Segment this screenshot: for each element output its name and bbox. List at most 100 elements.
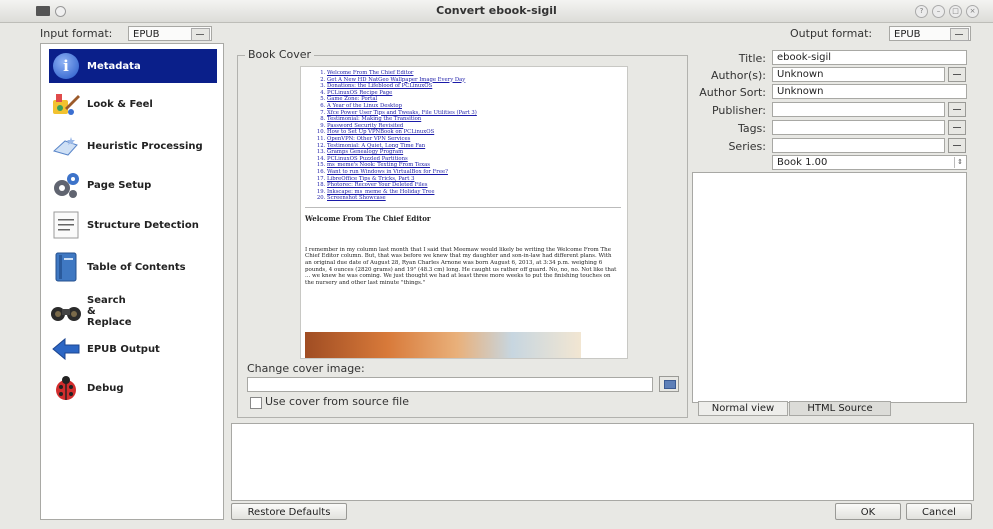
cover-toc-list: Welcome From The Chief EditorGet A New H… [301,70,627,202]
series-input[interactable] [772,138,945,153]
options-sidebar: i Metadata Look & Feel Heuristic Process… [40,43,224,520]
series-index-value: Book 1.00 [777,157,828,168]
cover-toc-item: Screenshot Showcase [327,195,627,202]
arrow-left-icon [49,334,83,364]
cover-toc-item: Get A New HD NatGeo Wallpaper Image Ever… [327,77,627,84]
help-icon[interactable]: ? [915,5,928,18]
cover-toc-item: Testimonial: A Quiet, Long Time Fan [327,143,627,150]
cover-toc-item: PCLinuxOS Puzzled Partitions [327,156,627,163]
dropdown-icon[interactable] [950,28,969,41]
tags-label: Tags: [737,122,766,135]
author-sort-label: Author Sort: [699,86,766,99]
paint-brush-icon [49,89,83,119]
sidebar-item-structure-detection[interactable]: Structure Detection [49,208,217,242]
gears-icon [49,170,83,200]
input-format-combo[interactable]: EPUB [128,26,212,41]
cover-toc-item: Want to run Windows in VirtualBox for Fr… [327,169,627,176]
cancel-button[interactable]: Cancel [906,503,972,520]
sidebar-item-table-of-contents[interactable]: Table of Contents [49,250,217,284]
tags-input[interactable] [772,120,945,135]
tab-html-source[interactable]: HTML Source [789,401,891,416]
series-label: Series: [728,140,766,153]
title-label: Title: [738,52,766,65]
sidebar-item-metadata[interactable]: i Metadata [49,49,217,83]
cover-toc-item: Gramps Genealogy Program [327,149,627,156]
use-source-cover-checkbox[interactable] [250,397,262,409]
cover-toc-item: Testimonial: Making the Transition [327,116,627,123]
cover-toc-item: PCLinuxOS Recipe Page [327,90,627,97]
cover-body-text: I remember in my column last month that … [305,246,617,286]
sidebar-item-label: Heuristic Processing [87,140,203,152]
sidebar-item-debug[interactable]: Debug [49,371,217,405]
output-format-label: Output format: [790,27,873,40]
document-lines-icon [49,210,83,240]
sidebar-item-search-replace[interactable]: Search & Replace [49,290,217,332]
cover-toc-item: A Year of the Linux Desktop [327,103,627,110]
tab-normal-view[interactable]: Normal view [698,401,788,416]
use-source-cover-label: Use cover from source file [265,395,409,408]
publisher-input[interactable] [772,102,945,117]
window-title: Convert ebook-sigil [436,4,557,17]
ok-button[interactable]: OK [835,503,901,520]
cover-photo [305,332,581,358]
close-icon[interactable]: × [966,5,979,18]
cover-toc-item: Password Security Revisited [327,123,627,130]
cover-toc-item: Inkscape: ms_meme & the Holiday Tree [327,189,627,196]
spin-arrows-icon[interactable]: ⇕ [954,157,965,168]
cover-heading: Welcome From The Chief Editor [305,213,431,223]
sidebar-item-label: Debug [87,382,124,394]
authors-label: Author(s): [710,69,766,82]
author-sort-input[interactable]: Unknown [772,84,967,99]
sidebar-item-heuristic-processing[interactable]: Heuristic Processing [49,129,217,163]
publisher-label: Publisher: [711,104,766,117]
dropdown-icon[interactable] [191,28,210,41]
input-format-value: EPUB [133,29,160,40]
change-cover-label: Change cover image: [247,362,365,375]
folder-icon [664,380,676,389]
maximize-icon[interactable]: □ [949,5,962,18]
sidebar-item-label: Metadata [87,60,141,72]
cover-toc-item: Photorec: Recover Your Deleted Files [327,182,627,189]
sidebar-item-page-setup[interactable]: Page Setup [49,168,217,202]
sidebar-item-label: Look & Feel [87,98,153,110]
title-input[interactable]: ebook-sigil [772,50,967,65]
output-format-combo[interactable]: EPUB [889,26,971,41]
sidebar-item-label: EPUB Output [87,343,160,355]
series-index-spinbox[interactable]: Book 1.00 ⇕ [772,155,967,170]
info-icon: i [49,51,83,81]
cover-toc-item: How to Set Up VPNBook on PCLinuxOS [327,129,627,136]
cover-preview: Welcome From The Chief EditorGet A New H… [300,66,628,359]
tags-edit-button[interactable] [948,120,966,135]
cover-toc-item: ms_meme's Nook: Texting From Texas [327,162,627,169]
sidebar-item-epub-output[interactable]: EPUB Output [49,332,217,366]
title-bar: Convert ebook-sigil ? – □ × [0,0,993,23]
restore-defaults-button[interactable]: Restore Defaults [231,503,347,520]
sidebar-item-label: Search & Replace [87,294,132,328]
cover-toc-item: Xfce Power User Tips and Tweaks, File Ut… [327,110,627,117]
book-icon [49,252,83,282]
series-edit-button[interactable] [948,138,966,153]
sidebar-item-label: Table of Contents [87,261,186,273]
sidebar-item-label: Structure Detection [87,219,199,231]
binoculars-icon [49,296,83,326]
authors-input[interactable]: Unknown [772,67,945,82]
minimize-icon[interactable]: – [932,5,945,18]
publisher-edit-button[interactable] [948,102,966,117]
ladybug-icon [49,373,83,403]
cover-toc-item: Donations: the Lifeblood of PCLinuxOS [327,83,627,90]
sidebar-item-label: Page Setup [87,179,152,191]
cover-path-input[interactable] [247,377,653,392]
comments-preview-panel[interactable] [692,172,967,403]
browse-button[interactable] [659,376,679,392]
book-cover-title: Book Cover [245,48,315,61]
description-area [231,423,974,501]
authors-edit-button[interactable] [948,67,966,82]
cover-toc-item: Welcome From The Chief Editor [327,70,627,77]
sidebar-item-look-feel[interactable]: Look & Feel [49,87,217,121]
output-format-value: EPUB [894,29,921,40]
cover-toc-item: LibreOffice Tips & Tricks, Part 3 [327,176,627,183]
input-format-label: Input format: [40,27,113,40]
cover-toc-item: Game Zone: Portal [327,96,627,103]
window-buttons: ? – □ × [915,5,979,18]
wand-icon [49,131,83,161]
